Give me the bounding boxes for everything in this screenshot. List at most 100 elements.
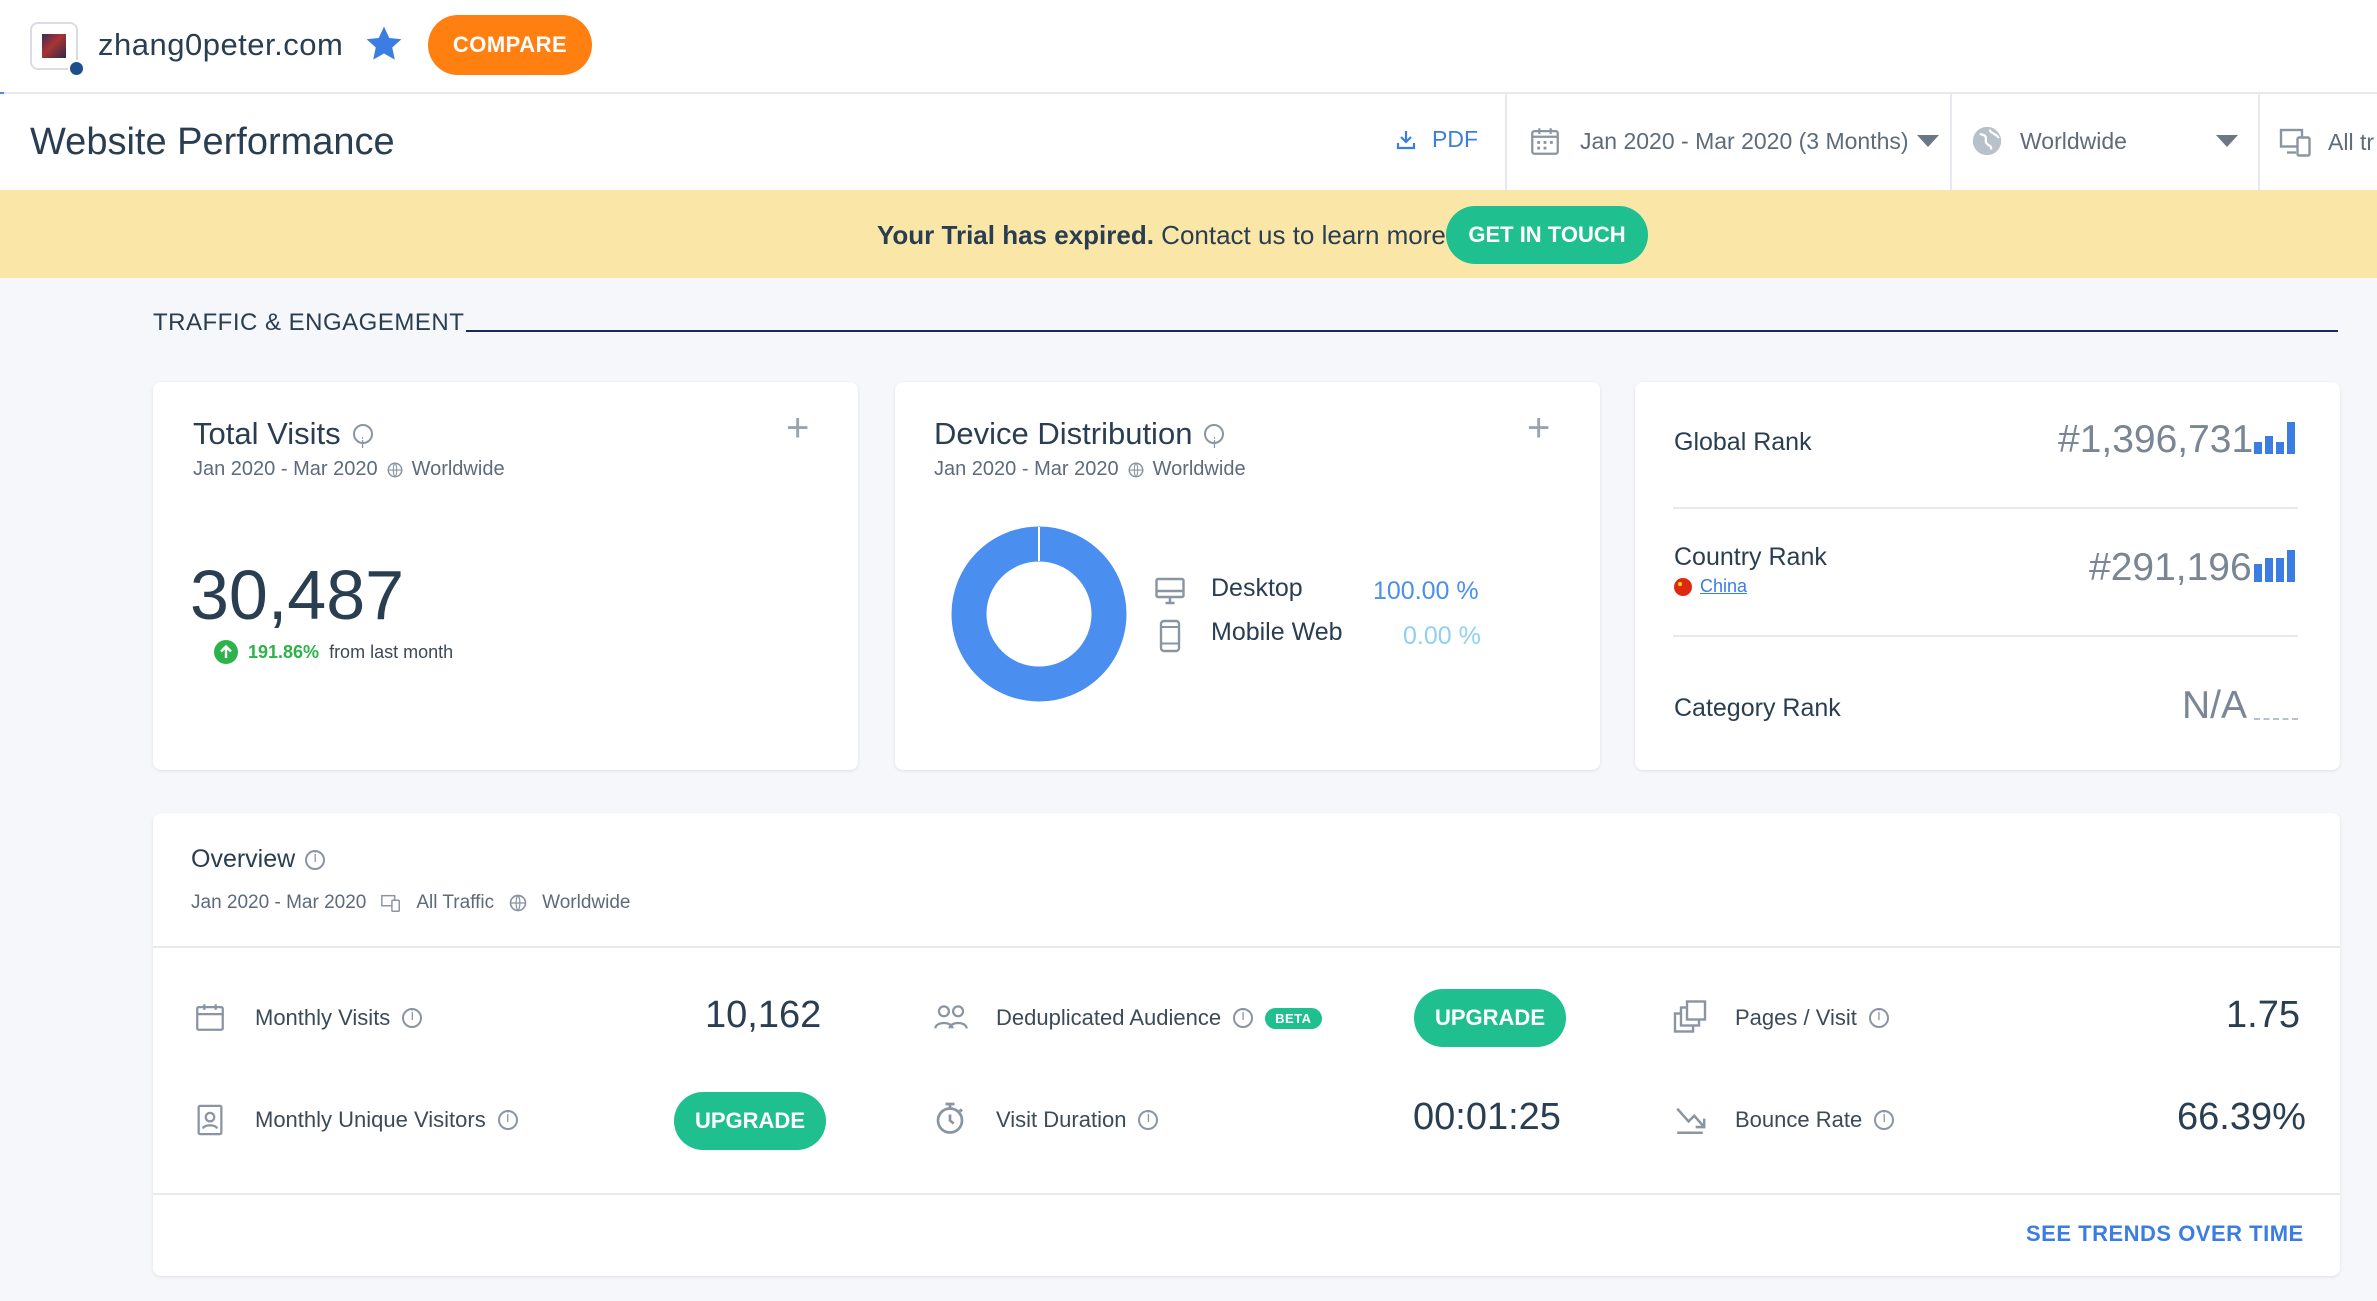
monthly-visits-label: Monthly Visits — [255, 1005, 423, 1031]
mobile-label: Mobile Web — [1211, 618, 1343, 646]
bounce-rate-value: 66.39% — [2177, 1096, 2306, 1138]
top-bar — [0, 0, 2377, 94]
info-icon[interactable] — [1868, 1008, 1889, 1028]
geo-text: Worldwide — [542, 892, 631, 913]
pdf-download-button[interactable]: PDF — [1394, 126, 1478, 153]
add-plus-icon[interactable]: + — [1527, 408, 1550, 448]
get-in-touch-button[interactable]: GET IN TOUCH — [1446, 206, 1648, 264]
info-icon[interactable] — [352, 424, 373, 464]
globe-icon — [509, 894, 527, 912]
geo-text: Worldwide — [1152, 458, 1246, 480]
info-icon[interactable] — [305, 849, 326, 870]
add-plus-icon[interactable]: + — [786, 408, 809, 448]
mobile-icon — [1159, 619, 1181, 653]
info-icon[interactable] — [1204, 424, 1225, 464]
rank-divider — [1673, 507, 2298, 509]
dedup-audience-upgrade-button[interactable]: UPGRADE — [1414, 989, 1566, 1047]
rank-trend-bars-icon — [2254, 550, 2295, 582]
overview-divider — [153, 946, 2340, 948]
trial-expired-text: Your Trial has expired. — [877, 220, 1154, 250]
total-visits-title: Total Visits — [193, 414, 373, 464]
period-text: Jan 2020 - Mar 2020 — [193, 458, 378, 480]
global-rank-label: Global Rank — [1674, 428, 1812, 456]
globe-icon — [387, 462, 403, 477]
period-text: Jan 2020 - Mar 2020 — [191, 892, 367, 913]
info-icon[interactable] — [1138, 1110, 1159, 1130]
bounce-rate-label-text: Bounce Rate — [1735, 1107, 1863, 1132]
globe-icon — [1972, 126, 2002, 156]
favorite-star-icon[interactable] — [362, 22, 406, 66]
site-favicon — [30, 22, 85, 77]
global-rank-value: #1,396,731 — [2058, 418, 2254, 461]
info-icon[interactable] — [1874, 1110, 1895, 1130]
pages-visit-label: Pages / Visit — [1735, 1005, 1889, 1031]
overview-title: Overview — [191, 845, 326, 874]
overview-title-text: Overview — [191, 845, 296, 873]
geo-label: Worldwide — [2020, 127, 2127, 154]
visit-duration-value: 00:01:25 — [1413, 1096, 1561, 1138]
page-title: Website Performance — [30, 121, 395, 163]
header-divider — [1950, 94, 1952, 190]
rank-divider — [1673, 635, 2298, 637]
chevron-down-icon — [2216, 135, 2238, 147]
device-donut-chart — [951, 526, 1127, 702]
info-icon[interactable] — [1233, 1008, 1254, 1028]
geo-selector[interactable]: Worldwide — [1970, 124, 2238, 158]
bounce-arrow-icon — [1676, 1107, 1706, 1135]
date-range-selector[interactable]: Jan 2020 - Mar 2020 (3 Months) — [1528, 124, 1939, 158]
info-icon[interactable] — [497, 1110, 518, 1130]
dedup-audience-label-text: Deduplicated Audience — [996, 1005, 1222, 1030]
header-divider — [2258, 94, 2260, 190]
device-distribution-title: Device Distribution — [934, 414, 1225, 464]
period-text: Jan 2020 - Mar 2020 — [934, 458, 1119, 480]
rank-trend-bars-icon — [2254, 422, 2295, 454]
overview-subtitle: Jan 2020 - Mar 2020 All Traffic Worldwid… — [191, 892, 630, 914]
devices-icon — [381, 894, 401, 912]
site-domain[interactable]: zhang0peter.com — [98, 22, 343, 68]
unique-visitors-upgrade-button[interactable]: UPGRADE — [674, 1092, 826, 1150]
desktop-label: Desktop — [1211, 574, 1303, 602]
chevron-down-icon — [1916, 135, 1939, 147]
desktop-slice — [951, 526, 1127, 702]
traffic-label: All tr — [2328, 128, 2374, 155]
category-rank-label: Category Rank — [1674, 694, 1841, 722]
country-rank-label: Country Rank — [1674, 543, 1827, 571]
total-visits-value: 30,487 — [190, 556, 405, 634]
audience-icon — [934, 1005, 968, 1029]
geo-text: Worldwide — [411, 458, 505, 480]
unique-visitors-label-text: Monthly Unique Visitors — [255, 1107, 486, 1132]
pdf-label: PDF — [1432, 126, 1478, 152]
traffic-source-selector[interactable]: All tr — [2278, 124, 2374, 160]
overview-card — [153, 813, 2340, 1276]
mobile-value: 0.00 % — [1403, 622, 1481, 650]
china-flag-icon — [1674, 577, 1692, 596]
info-icon[interactable] — [402, 1008, 423, 1028]
desktop-icon — [1155, 577, 1185, 605]
visit-duration-label: Visit Duration — [996, 1107, 1159, 1133]
compare-button[interactable]: COMPARE — [428, 15, 592, 75]
overview-footer-divider — [153, 1193, 2340, 1195]
beta-badge: BETA — [1265, 1007, 1322, 1029]
change-percent: 191.86% — [248, 641, 320, 662]
desktop-value: 100.00 % — [1373, 577, 1479, 605]
pages-visit-label-text: Pages / Visit — [1735, 1005, 1857, 1030]
category-rank-value: N/A — [2182, 684, 2248, 727]
empty-rank-bars-icon — [2254, 718, 2298, 720]
calendar-icon — [196, 1004, 224, 1031]
country-link[interactable]: China — [1674, 576, 1747, 597]
section-divider — [466, 330, 2338, 332]
device-distribution-title-text: Device Distribution — [934, 416, 1193, 451]
devices-icon — [2279, 128, 2311, 157]
pages-visit-value: 1.75 — [2226, 994, 2300, 1036]
visit-duration-label-text: Visit Duration — [996, 1107, 1127, 1132]
header-divider — [1505, 94, 1507, 190]
download-icon — [1396, 130, 1416, 149]
monthly-visits-value: 10,162 — [705, 994, 822, 1036]
monthly-visits-label-text: Monthly Visits — [255, 1005, 391, 1030]
date-range-label: Jan 2020 - Mar 2020 (3 Months) — [1580, 127, 1909, 154]
arrow-up-circle-icon — [214, 640, 238, 664]
see-trends-link[interactable]: SEE TRENDS OVER TIME — [2026, 1221, 2304, 1247]
visitor-badge-icon — [197, 1104, 223, 1136]
unique-visitors-label: Monthly Unique Visitors — [255, 1107, 518, 1133]
country-rank-value: #291,196 — [2089, 546, 2252, 589]
